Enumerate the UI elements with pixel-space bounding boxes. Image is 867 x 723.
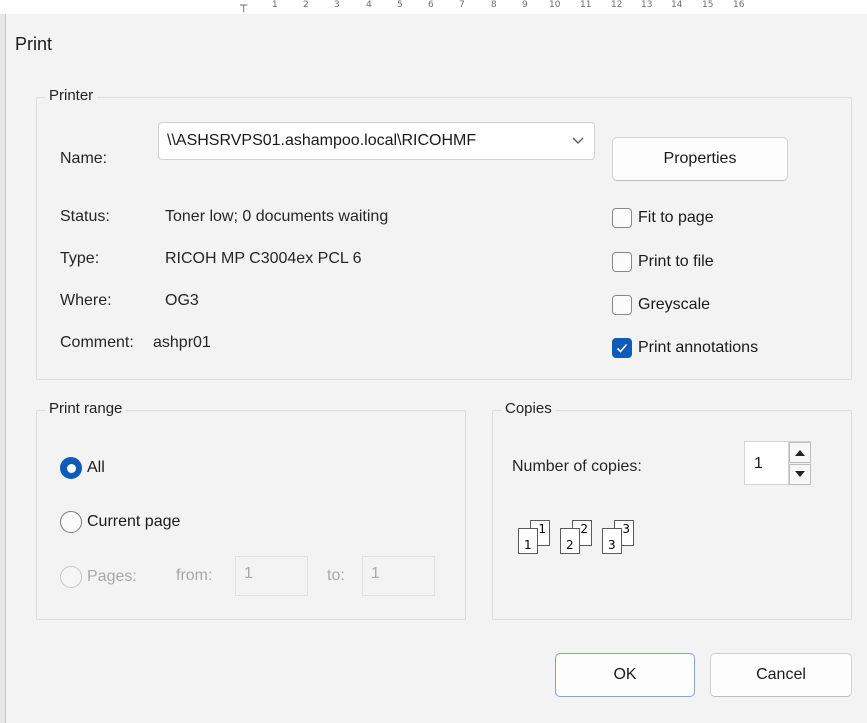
ruler-tick: 5 (397, 0, 403, 10)
fit-to-page-checkbox[interactable]: Fit to page (612, 208, 714, 228)
ruler-tick: 9 (522, 0, 528, 10)
collate-sheet: 1 (518, 528, 538, 554)
ruler-tick: 3 (334, 0, 340, 10)
copies-spinner[interactable]: 1 (744, 441, 811, 486)
where-value: OG3 (165, 292, 199, 309)
copies-value[interactable]: 1 (754, 455, 763, 473)
from-page-input[interactable]: 1 (235, 556, 308, 596)
type-label: Type: (60, 250, 100, 267)
checkbox-box[interactable] (612, 295, 632, 315)
name-label: Name: (60, 150, 108, 167)
host-ruler: ┬ 1 2 3 4 5 6 7 8 9 10 11 12 13 14 15 16 (0, 0, 867, 14)
print-to-file-label: Print to file (638, 253, 714, 270)
print-annotations-checkbox[interactable]: Print annotations (612, 338, 758, 358)
ruler-tick: 13 (641, 0, 653, 10)
to-page-input[interactable]: 1 (362, 556, 435, 596)
spin-up-icon (795, 450, 805, 456)
ruler-tick: 15 (702, 0, 714, 10)
printer-name-value: \\ASHSRVPS01.ashampoo.local\RICOHMF (167, 132, 477, 149)
all-radio[interactable]: All (60, 457, 105, 479)
print-range-group-label: Print range (45, 400, 127, 417)
collate-illustration: 1 1 2 2 3 3 (510, 520, 650, 556)
comment-label: Comment: (60, 334, 134, 351)
ruler-tick: 11 (580, 0, 592, 10)
current-page-label: Current page (87, 513, 181, 530)
where-label: Where: (60, 292, 112, 309)
ruler-tick: 14 (671, 0, 683, 10)
fit-to-page-label: Fit to page (638, 209, 714, 226)
ruler-marker: ┬ (240, 0, 248, 12)
print-annotations-label: Print annotations (638, 339, 759, 356)
checkbox-box[interactable] (612, 208, 632, 228)
ruler-tick: 10 (549, 0, 561, 10)
ruler-tick: 1 (272, 0, 278, 10)
spin-down-icon (795, 471, 805, 477)
pages-radio[interactable]: Pages: (60, 566, 137, 588)
cancel-button[interactable]: Cancel (710, 653, 852, 697)
printer-group-label: Printer (45, 87, 98, 104)
checkbox-box[interactable] (612, 252, 632, 272)
radio-dot[interactable] (60, 457, 82, 479)
status-value: Toner low; 0 documents waiting (165, 208, 389, 225)
collate-sheet: 2 (560, 528, 580, 554)
number-of-copies-label: Number of copies: (512, 458, 642, 475)
print-to-file-checkbox[interactable]: Print to file (612, 252, 714, 272)
properties-button[interactable]: Properties (612, 137, 788, 181)
comment-value: ashpr01 (153, 334, 211, 351)
dialog-title: Print (15, 34, 53, 54)
checkmark-icon (616, 343, 628, 353)
ruler-tick: 8 (491, 0, 497, 10)
current-page-radio[interactable]: Current page (60, 511, 180, 533)
spin-up-button[interactable] (789, 442, 811, 463)
chevron-down-icon (572, 137, 584, 144)
greyscale-checkbox[interactable]: Greyscale (612, 295, 710, 315)
printer-name-dropdown[interactable]: \\ASHSRVPS01.ashampoo.local\RICOHMF (158, 122, 595, 160)
ruler-tick: 6 (428, 0, 434, 10)
ruler-tick: 2 (303, 0, 309, 10)
ok-button[interactable]: OK (555, 653, 695, 697)
all-label: All (87, 459, 105, 476)
from-label: from: (176, 567, 213, 584)
greyscale-label: Greyscale (638, 296, 711, 313)
spinner-arrows (788, 442, 811, 486)
radio-dot[interactable] (60, 566, 82, 588)
ruler-tick: 12 (611, 0, 623, 10)
status-label: Status: (60, 208, 110, 225)
spin-down-button[interactable] (789, 464, 811, 485)
ruler-tick: 7 (459, 0, 465, 10)
ruler-tick: 4 (366, 0, 372, 10)
collate-sheet: 3 (602, 528, 622, 554)
to-label: to: (327, 567, 345, 584)
checkbox-box[interactable] (612, 338, 632, 358)
ruler-tick: 16 (733, 0, 745, 10)
type-value: RICOH MP C3004ex PCL 6 (165, 250, 362, 267)
radio-dot[interactable] (60, 511, 82, 533)
pages-label: Pages: (87, 568, 137, 585)
copies-group-label: Copies (501, 400, 556, 417)
